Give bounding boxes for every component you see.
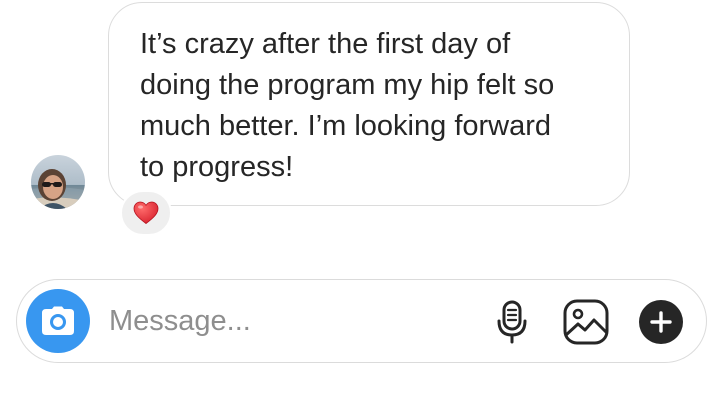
microphone-icon — [497, 300, 527, 344]
more-options-button[interactable] — [633, 294, 689, 350]
received-message-bubble[interactable]: It’s crazy after the first day of doing … — [108, 2, 630, 206]
message-composer — [16, 279, 707, 363]
message-thread: It’s crazy after the first day of doing … — [0, 0, 720, 270]
message-input[interactable] — [109, 300, 489, 342]
message-reaction[interactable] — [120, 190, 172, 236]
gallery-button[interactable] — [558, 294, 614, 350]
sender-avatar[interactable] — [31, 155, 85, 209]
message-text: It’s crazy after the first day of doing … — [140, 28, 555, 183]
gallery-icon — [563, 299, 609, 345]
red-heart-icon — [133, 201, 159, 225]
camera-button[interactable] — [26, 289, 90, 353]
voice-message-button[interactable] — [484, 294, 540, 350]
avatar-photo — [31, 155, 85, 209]
camera-icon — [42, 306, 74, 335]
plus-icon — [639, 300, 683, 344]
